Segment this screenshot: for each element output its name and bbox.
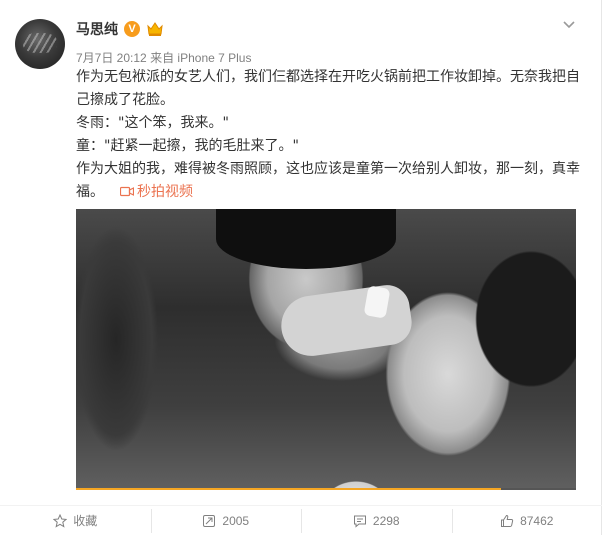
video-frame-detail bbox=[216, 209, 396, 269]
video-icon bbox=[119, 182, 135, 197]
post-device[interactable]: iPhone 7 Plus bbox=[177, 51, 251, 65]
repost-button[interactable]: 2005 bbox=[150, 506, 302, 535]
thumbs-up-icon bbox=[501, 514, 514, 527]
post-from-label: 来自 bbox=[150, 51, 175, 65]
post-paragraph-4: 作为大姐的我，难得被冬雨照顾，这也应该是童第一次给别人卸妆，那一刻，真幸福。 秒拍… bbox=[76, 158, 581, 204]
verified-badge-icon[interactable]: V bbox=[124, 21, 140, 37]
avatar[interactable] bbox=[15, 19, 65, 69]
vip-crown-icon[interactable] bbox=[146, 21, 164, 37]
post-paragraph-3: 童："赶紧一起擦，我的毛肚来了。" bbox=[76, 138, 299, 154]
post-paragraph-2: 冬雨："这个笨，我来。" bbox=[76, 115, 229, 131]
repost-count: 2005 bbox=[222, 513, 250, 528]
author-name[interactable]: 马思纯 bbox=[76, 19, 118, 39]
like-button[interactable]: 87462 bbox=[451, 506, 602, 535]
post-text: 作为无包袱派的女艺人们，我们仨都选择在开吃火锅前把工作妆卸掉。无奈我把自己擦成了… bbox=[76, 66, 581, 204]
weibo-post-card: 马思纯 V 7月7日 20:12 来自 iPhone 7 Plus 作为无包袱派… bbox=[0, 0, 602, 535]
comment-button[interactable]: 2298 bbox=[301, 506, 452, 535]
like-count: 87462 bbox=[520, 513, 554, 528]
post-meta: 7月7日 20:12 来自 iPhone 7 Plus bbox=[76, 49, 251, 66]
post-paragraph-1: 作为无包袱派的女艺人们，我们仨都选择在开吃火锅前把工作妆卸掉。无奈我把自己擦成了… bbox=[76, 69, 580, 108]
chevron-down-icon[interactable] bbox=[561, 17, 577, 33]
repost-icon bbox=[203, 514, 216, 527]
video-player[interactable] bbox=[76, 209, 576, 490]
favorite-button[interactable]: 收藏 bbox=[0, 506, 151, 535]
comment-count: 2298 bbox=[372, 513, 400, 528]
comment-icon bbox=[353, 515, 366, 528]
author-row: 马思纯 V bbox=[76, 19, 164, 39]
video-progress-bar bbox=[76, 488, 501, 490]
post-time[interactable]: 7月7日 20:12 bbox=[76, 51, 147, 65]
video-link-label[interactable]: 秒拍视频 bbox=[137, 184, 193, 200]
favorite-label: 收藏 bbox=[73, 514, 98, 528]
star-icon bbox=[53, 513, 68, 528]
video-link[interactable]: 秒拍视频 bbox=[119, 182, 193, 200]
action-bar: 收藏 2005 2298 87462 bbox=[0, 505, 602, 535]
